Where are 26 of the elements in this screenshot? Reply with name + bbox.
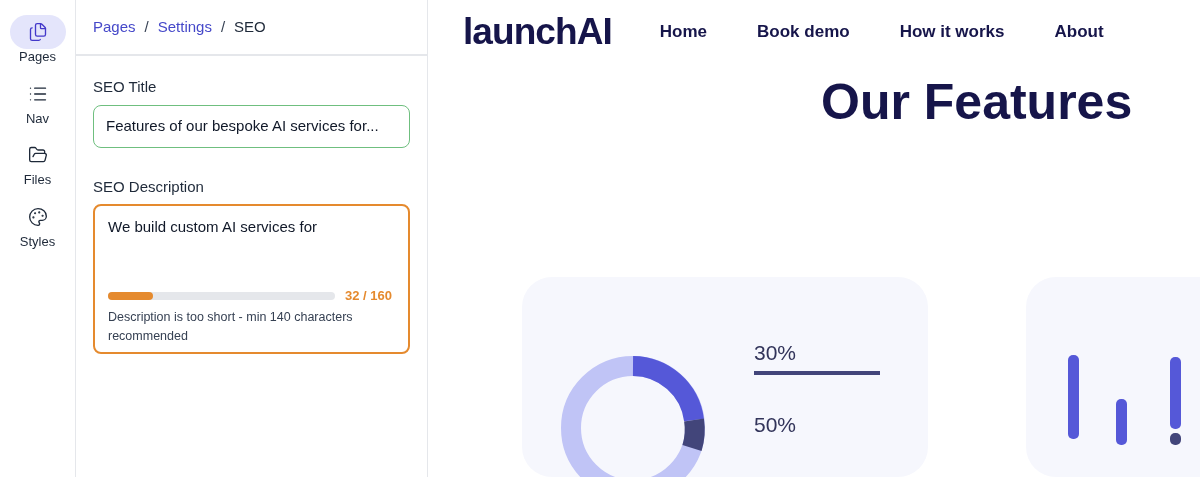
breadcrumb-separator: /	[144, 16, 149, 37]
sidebar-item[interactable]: Files	[5, 138, 70, 190]
nav-link[interactable]: Book demo	[757, 18, 850, 45]
stat-value: 30%	[754, 340, 798, 366]
breadcrumb-link[interactable]: Pages	[93, 15, 136, 39]
sidebar-item[interactable]: Nav	[5, 76, 70, 128]
field-label: SEO Description	[93, 176, 205, 197]
stat-value: 50%	[754, 411, 798, 438]
folder-icon	[27, 145, 48, 165]
page-heading: Our Features	[821, 77, 1134, 127]
palette-icon	[27, 206, 48, 227]
nav-link[interactable]: Home	[659, 18, 708, 45]
seo-title-field[interactable]: Features of our bespoke AI services for...	[93, 104, 410, 148]
description-text: We build custom AI services for	[108, 217, 318, 237]
nav-link[interactable]: About	[1054, 18, 1104, 45]
breadcrumb-separator: /	[220, 16, 226, 37]
sidebar-item[interactable]: Styles	[5, 199, 70, 251]
logo: launchAI	[463, 9, 612, 54]
seo-description-field[interactable]: We build custom AI services for 32 / 160 Description is too short - min 140 characters recommended	[93, 204, 410, 354]
character-count: 32 / 160	[345, 287, 392, 305]
warning-text: Description is too short - min 140 characters recommended	[108, 308, 354, 345]
breadcrumb-link[interactable]: Settings	[157, 15, 212, 39]
field-label: SEO Title	[93, 77, 158, 97]
breadcrumb-current: SEO	[234, 16, 266, 37]
pages-icon	[27, 22, 48, 42]
nav-link[interactable]: How it works	[899, 18, 1005, 45]
